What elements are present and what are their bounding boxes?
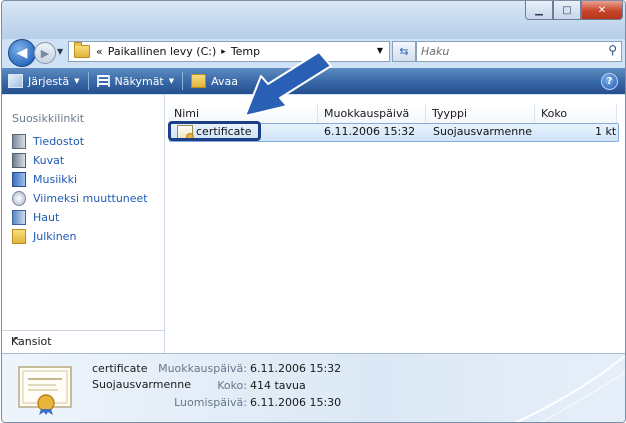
minimize-button[interactable]: ▁ — [525, 1, 553, 20]
open-icon — [191, 74, 207, 88]
column-header-modified[interactable]: Muokkauspäivä — [318, 104, 426, 124]
nav-item-documents[interactable]: Tiedostot — [12, 132, 84, 150]
nav-item-label: Julkinen — [33, 229, 77, 243]
address-bar[interactable]: « Paikallinen levy (C:) ▸ Temp ▼ — [68, 41, 390, 62]
file-modified-cell: 6.11.2006 15:32 — [324, 125, 416, 138]
open-button[interactable]: Avaa — [185, 70, 244, 92]
annotation-highlight-box — [168, 121, 261, 141]
navigation-bar: ◀ ▶ ▼ « Paikallinen levy (C:) ▸ Temp ▼ ⇆… — [2, 37, 625, 67]
forward-button[interactable]: ▶ — [34, 42, 56, 64]
toolbar-separator — [182, 72, 184, 90]
nav-item-label: Haut — [33, 210, 60, 224]
navigation-pane: Suosikkilinkit Tiedostot Kuvat Musiikki … — [2, 95, 165, 353]
search-input[interactable] — [417, 45, 600, 58]
address-overflow[interactable]: « — [96, 45, 103, 58]
chevron-up-icon: ^ — [11, 335, 21, 348]
organize-icon — [8, 74, 23, 88]
decorative-swirl — [514, 355, 625, 422]
column-header-type[interactable]: Tyyppi — [426, 104, 535, 124]
recent-pages-dropdown[interactable]: ▼ — [57, 47, 63, 56]
nav-item-music[interactable]: Musiikki — [12, 170, 77, 188]
nav-item-label: Kuvat — [33, 153, 65, 167]
file-list: Nimi Muokkauspäivä Tyyppi Koko certifica… — [165, 95, 625, 353]
documents-icon — [12, 133, 26, 149]
close-button[interactable]: ✕ — [581, 1, 623, 20]
nav-item-label: Musiikki — [33, 172, 78, 186]
details-pane: certificate Suojausvarmenne Muokkauspäiv… — [2, 353, 625, 422]
refresh-icon: ⇆ — [399, 45, 409, 58]
certificate-thumbnail — [18, 366, 72, 415]
maximize-button[interactable]: □ — [553, 1, 581, 20]
nav-item-public[interactable]: Julkinen — [12, 227, 76, 245]
file-type-cell: Suojausvarmenne — [433, 125, 532, 138]
refresh-button[interactable]: ⇆ — [392, 41, 416, 62]
breadcrumb-temp[interactable]: Temp — [231, 45, 260, 58]
details-modified-label: Muokkauspäivä: — [158, 362, 247, 375]
recent-icon — [12, 190, 26, 206]
file-size-cell: 1 kt — [595, 125, 617, 138]
organize-button[interactable]: Järjestä ▼ — [2, 70, 86, 92]
column-header-size[interactable]: Koko — [535, 104, 617, 124]
details-size-label: Koko: — [217, 379, 247, 392]
nav-item-pictures[interactable]: Kuvat — [12, 151, 64, 169]
breadcrumb-separator[interactable]: ▸ — [221, 47, 226, 57]
favorites-heading: Suosikkilinkit — [12, 112, 85, 125]
address-dropdown-icon[interactable]: ▼ — [377, 46, 383, 55]
open-label: Avaa — [211, 74, 239, 88]
details-modified-value: 6.11.2006 15:32 — [250, 362, 342, 375]
details-created-label: Luomispäivä: — [174, 396, 247, 409]
breadcrumb-local-disk[interactable]: Paikallinen levy (C:) — [108, 45, 217, 58]
views-button[interactable]: Näkymät ▼ — [91, 70, 181, 92]
search-icon[interactable]: ⚲ — [608, 43, 617, 57]
command-bar: Järjestä ▼ Näkymät ▼ Avaa ? — [2, 68, 625, 94]
nav-item-label: Viimeksi muuttuneet — [33, 191, 148, 205]
help-icon: ? — [606, 76, 613, 87]
views-dropdown-icon: ▼ — [168, 77, 175, 85]
views-label: Näkymät — [114, 74, 164, 88]
folder-icon — [74, 42, 90, 58]
details-created-value: 6.11.2006 15:30 — [250, 396, 342, 409]
nav-item-label: Tiedostot — [33, 134, 85, 148]
title-bar: ▁ □ ✕ — [2, 1, 625, 39]
searches-icon — [12, 209, 26, 225]
nav-item-recent[interactable]: Viimeksi muuttuneet — [12, 189, 148, 207]
organize-label: Järjestä — [28, 74, 70, 88]
back-button[interactable]: ◀ — [8, 39, 36, 67]
content-area: Suosikkilinkit Tiedostot Kuvat Musiikki … — [2, 95, 625, 353]
pictures-icon — [12, 152, 26, 168]
details-size-value: 414 tavua — [250, 379, 306, 392]
explorer-window: ▁ □ ✕ ◀ ▶ ▼ « Paikallinen levy (C:) ▸ Te… — [1, 0, 626, 423]
toolbar-separator — [87, 72, 89, 90]
organize-dropdown-icon: ▼ — [74, 77, 80, 85]
window-controls: ▁ □ ✕ — [525, 1, 623, 21]
folders-toggle[interactable]: Kansiot ^ — [2, 330, 164, 353]
music-icon — [12, 171, 26, 187]
nav-item-searches[interactable]: Haut — [12, 208, 59, 226]
public-folder-icon — [12, 228, 26, 244]
views-icon — [96, 75, 110, 87]
help-button[interactable]: ? — [601, 73, 618, 90]
search-box[interactable]: ⚲ — [416, 41, 622, 62]
